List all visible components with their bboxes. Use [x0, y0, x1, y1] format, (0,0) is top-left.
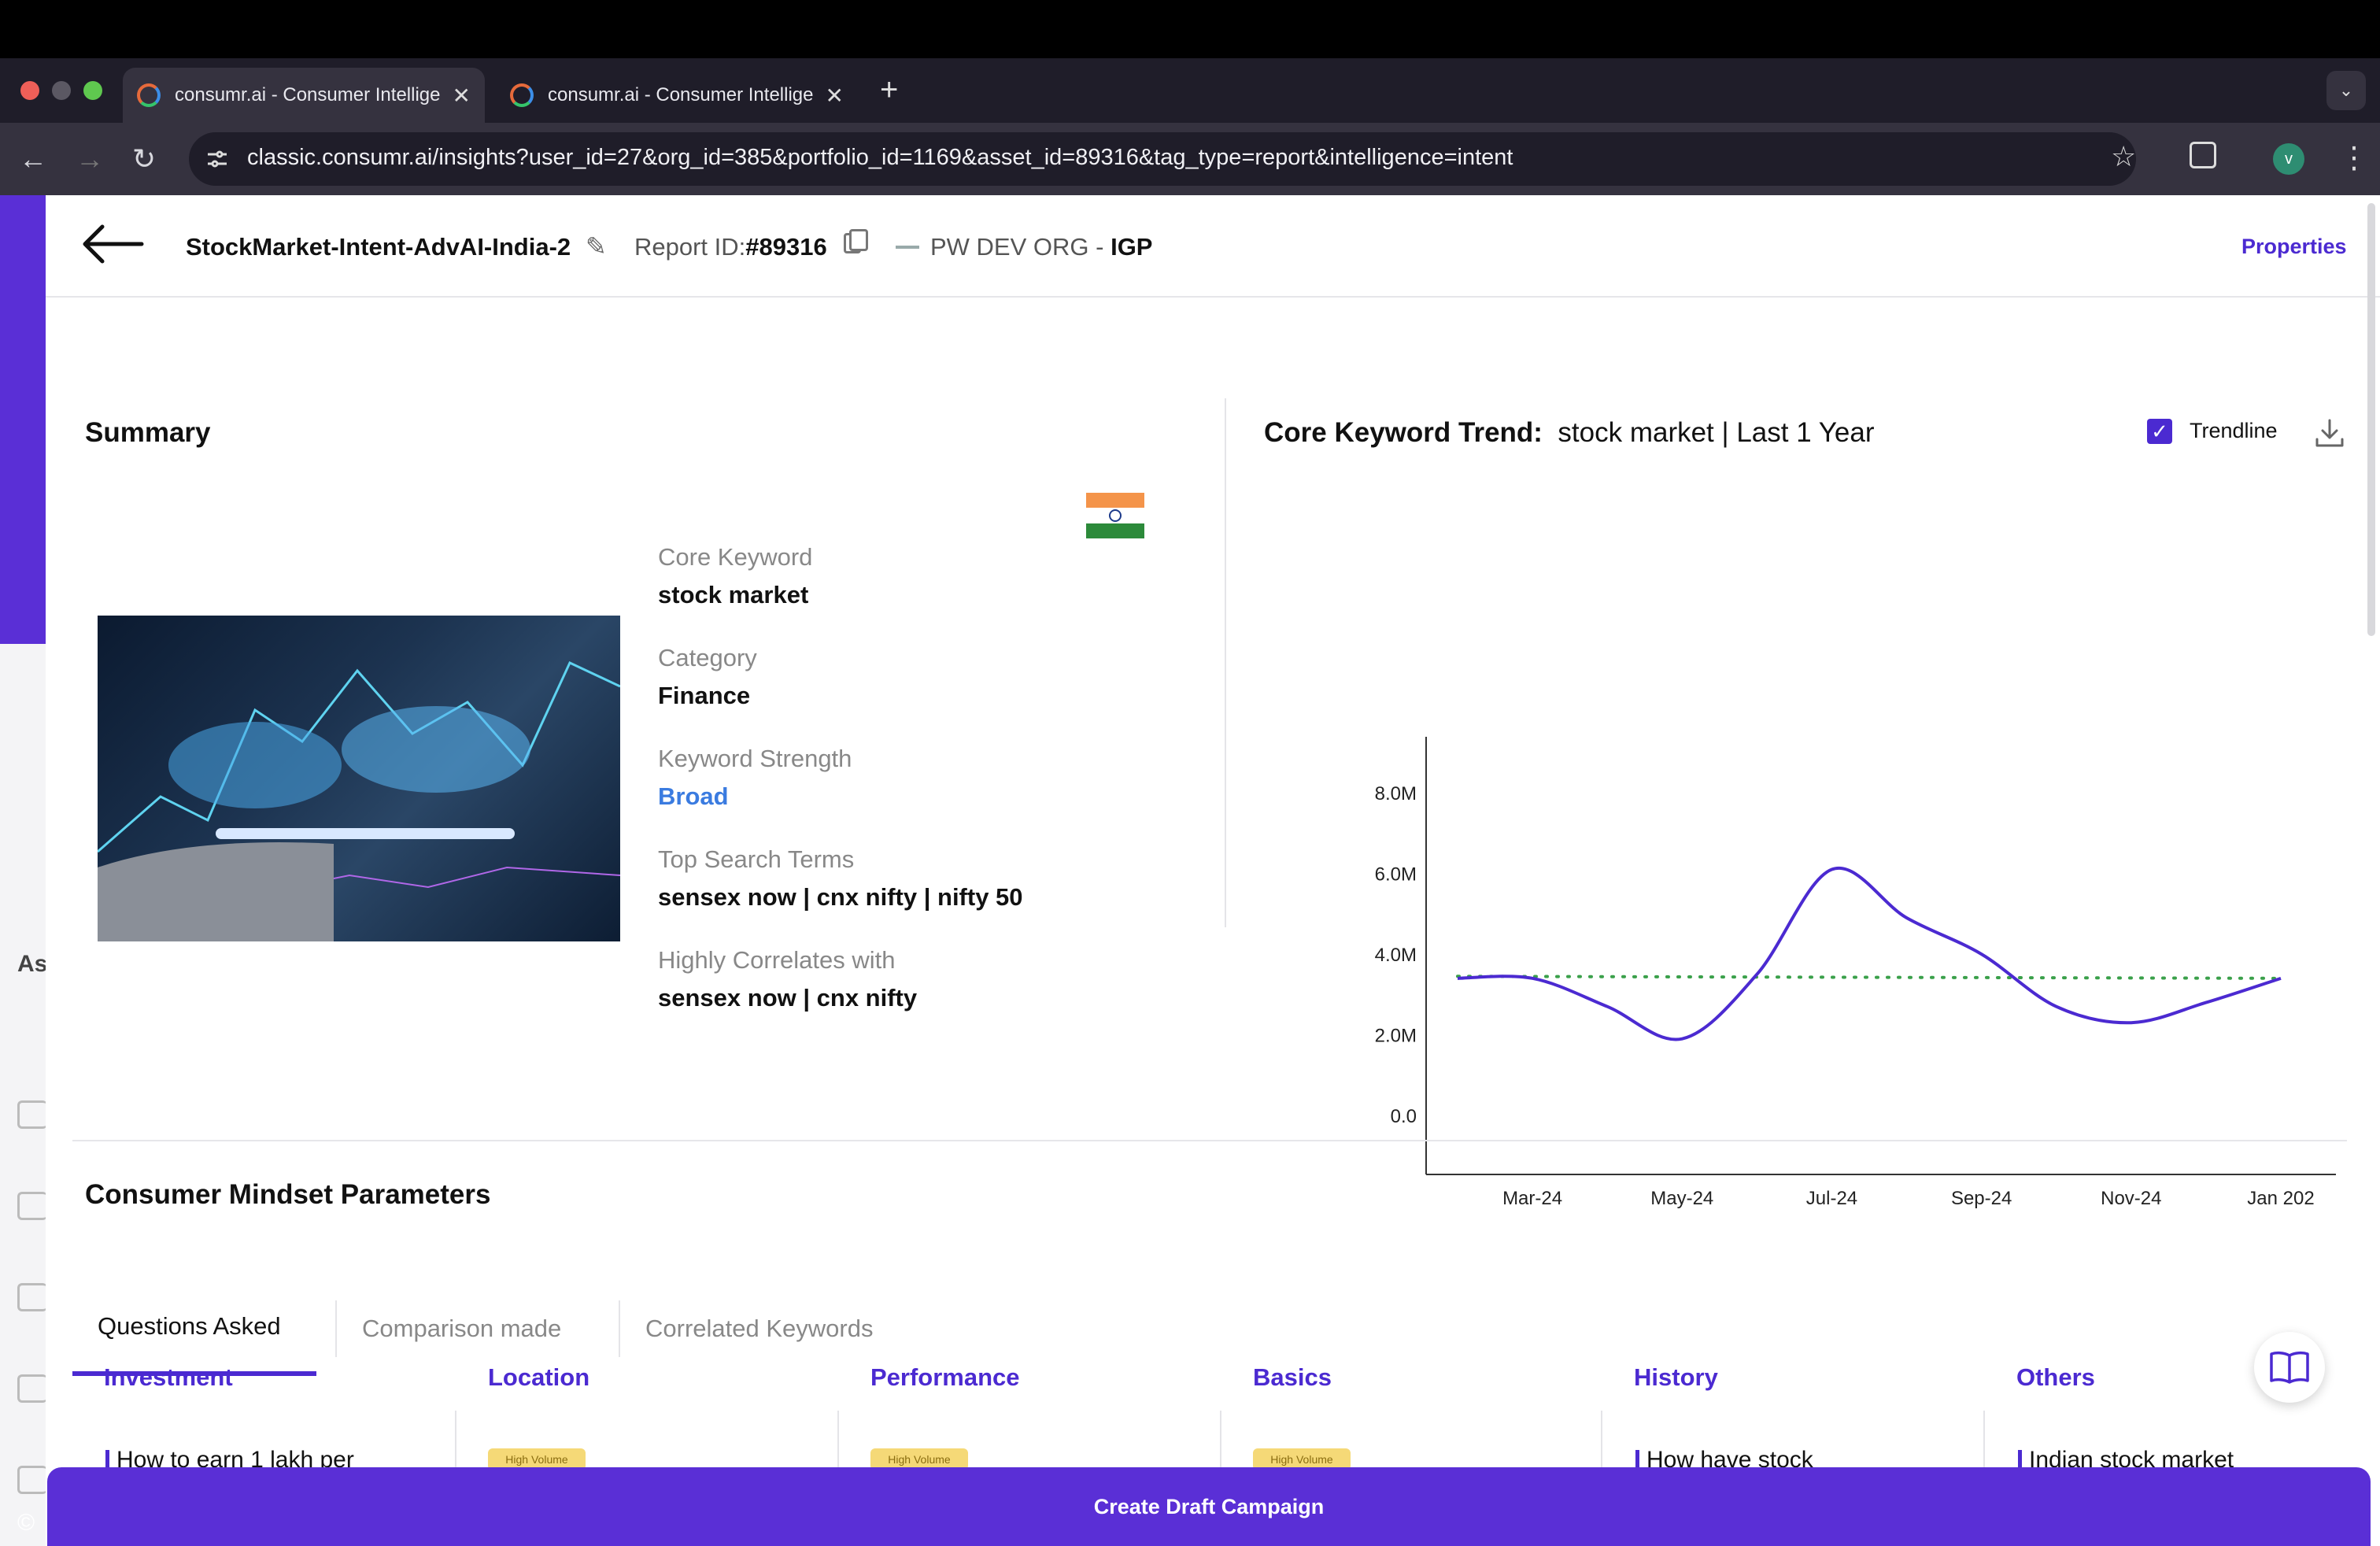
- back-arrow-icon[interactable]: ←: [19, 140, 47, 178]
- y-tick-label: 8.0M: [1375, 783, 1417, 804]
- download-icon[interactable]: [2314, 417, 2345, 449]
- tab-title: consumr.ai - Consumer Intelligence: [175, 84, 442, 105]
- edit-pencil-icon[interactable]: ✎: [586, 231, 607, 261]
- report-name: StockMarket-Intent-AdvAI-India-2: [186, 233, 571, 261]
- copyright-symbol: ©: [17, 1510, 35, 1536]
- summary-chart-divider: [1225, 398, 1226, 927]
- trend-title: Core Keyword Trend: stock market | Last …: [1264, 417, 1874, 449]
- org-portfolio: IGP: [1111, 233, 1153, 261]
- x-tick-label: Mar-24: [1502, 1188, 1562, 1209]
- tab-questions-asked[interactable]: Questions Asked: [72, 1282, 316, 1376]
- trend-title-label: Core Keyword Trend:: [1264, 417, 1543, 448]
- report-id: Report ID:#89316: [634, 233, 827, 261]
- guide-book-button[interactable]: [2254, 1332, 2325, 1403]
- x-tick-label: Jan 202: [2247, 1188, 2314, 1209]
- background-row-checkbox[interactable]: [17, 1374, 47, 1403]
- consumr-favicon-icon: [137, 83, 161, 107]
- close-tab-icon[interactable]: ✕: [826, 83, 844, 109]
- background-row-checkbox[interactable]: [17, 1466, 47, 1494]
- minimize-window-button[interactable]: [52, 81, 71, 100]
- zoom-window-button[interactable]: [83, 81, 102, 100]
- background-row-checkbox[interactable]: [17, 1192, 47, 1220]
- x-tick-label: Sep-24: [1951, 1188, 2012, 1209]
- consumr-favicon-icon: [510, 83, 534, 107]
- mindset-tabs: Questions Asked Comparison made Correlat…: [72, 1282, 2355, 1378]
- trendline: [1456, 975, 2282, 980]
- top-search-terms-value: sensex now | cnx nifty | nifty 50: [658, 883, 1023, 911]
- extensions-icon[interactable]: [2190, 142, 2216, 168]
- tab-comparison-made[interactable]: Comparison made: [337, 1282, 604, 1376]
- background-sidebar: As ©: [0, 195, 47, 1546]
- category-performance[interactable]: Performance: [870, 1363, 1020, 1392]
- y-tick-label: 2.0M: [1375, 1026, 1417, 1047]
- top-search-terms-label: Top Search Terms: [658, 845, 855, 873]
- create-draft-campaign-button[interactable]: Create Draft Campaign: [47, 1467, 2371, 1546]
- report-detail-modal: StockMarket-Intent-AdvAI-India-2 ✎ Repor…: [46, 195, 2380, 1546]
- org-label: PW DEV ORG - IGP: [930, 233, 1152, 261]
- tab-correlated-keywords[interactable]: Correlated Keywords: [620, 1282, 919, 1376]
- reload-icon[interactable]: ↻: [132, 140, 156, 178]
- trend-title-keyword: stock market | Last 1 Year: [1558, 417, 1875, 448]
- summary-title: Summary: [85, 417, 211, 448]
- y-tick-label: 6.0M: [1375, 864, 1417, 886]
- background-row-checkbox[interactable]: [17, 1283, 47, 1311]
- report-id-value: #89316: [745, 233, 827, 261]
- new-tab-button[interactable]: +: [880, 72, 898, 108]
- modal-scrollbar[interactable]: [2367, 203, 2375, 636]
- trend-series-line: [1457, 866, 2282, 1041]
- category-value: Finance: [658, 682, 751, 709]
- properties-link[interactable]: Properties: [2241, 235, 2347, 259]
- core-keyword-label: Core Keyword: [658, 543, 813, 571]
- x-tick-label: Nov-24: [2101, 1188, 2161, 1209]
- browser-menu-icon[interactable]: ⋮: [2339, 140, 2369, 176]
- y-tick-label: 0.0: [1391, 1106, 1417, 1127]
- tab-search-chevron-icon[interactable]: ⌄: [2326, 71, 2366, 110]
- category-history[interactable]: History: [1634, 1363, 1718, 1392]
- trendline-checkbox[interactable]: ✓: [2147, 419, 2172, 444]
- category-location[interactable]: Location: [488, 1363, 589, 1392]
- category-basics[interactable]: Basics: [1253, 1363, 1332, 1392]
- book-icon: [2270, 1351, 2309, 1384]
- correlates-with-label: Highly Correlates with: [658, 946, 896, 974]
- keyword-strength-label: Keyword Strength: [658, 745, 852, 772]
- y-tick-label: 4.0M: [1375, 945, 1417, 966]
- background-row-checkbox[interactable]: [17, 1100, 47, 1129]
- tab-title: consumr.ai - Consumer Intelligence: [548, 84, 815, 105]
- category-investment[interactable]: Investment: [104, 1363, 233, 1392]
- mindset-title: Consumer Mindset Parameters: [85, 1179, 491, 1210]
- separator-dash: [896, 246, 919, 249]
- x-tick-label: Jul-24: [1806, 1188, 1857, 1209]
- india-flag-icon: [1086, 493, 1144, 538]
- site-settings-icon[interactable]: [206, 150, 228, 168]
- stock-market-bull-bear-image: [98, 616, 620, 941]
- copy-icon[interactable]: [844, 229, 868, 253]
- report-header: StockMarket-Intent-AdvAI-India-2 ✎ Repor…: [46, 195, 2380, 298]
- background-panel-title: As: [17, 951, 48, 977]
- background-panel: As ©: [0, 644, 47, 1546]
- report-id-label: Report ID:: [634, 233, 746, 261]
- keyword-strength-value: Broad: [658, 782, 729, 810]
- bookmark-star-icon[interactable]: ☆: [2111, 140, 2136, 173]
- back-arrow-icon[interactable]: [79, 220, 145, 268]
- section-divider: [72, 1140, 2347, 1141]
- close-tab-icon[interactable]: ✕: [453, 83, 471, 109]
- x-tick-label: May-24: [1650, 1188, 1713, 1209]
- forward-arrow-icon[interactable]: →: [76, 140, 104, 178]
- org-name: PW DEV ORG -: [930, 233, 1104, 261]
- keyword-trend-chart: 0.0 2.0M 4.0M 6.0M 8.0M Mar-24 May-24 Jul-24 Sep…: [1375, 737, 2336, 1209]
- close-window-button[interactable]: [20, 81, 39, 100]
- category-label: Category: [658, 644, 757, 671]
- correlates-with-value: sensex now | cnx nifty: [658, 984, 918, 1012]
- browser-tab-2[interactable]: consumr.ai - Consumer Intelligence ✕: [496, 68, 858, 123]
- trendline-label: Trendline: [2190, 419, 2278, 442]
- url-text[interactable]: classic.consumr.ai/insights?user_id=27&o…: [247, 145, 1513, 171]
- core-keyword-value: stock market: [658, 581, 809, 608]
- profile-avatar[interactable]: v: [2273, 143, 2304, 175]
- category-others[interactable]: Others: [2016, 1363, 2095, 1392]
- browser-tab-1[interactable]: consumr.ai - Consumer Intelligence ✕: [123, 68, 485, 123]
- screen-top-bar: [0, 0, 2380, 58]
